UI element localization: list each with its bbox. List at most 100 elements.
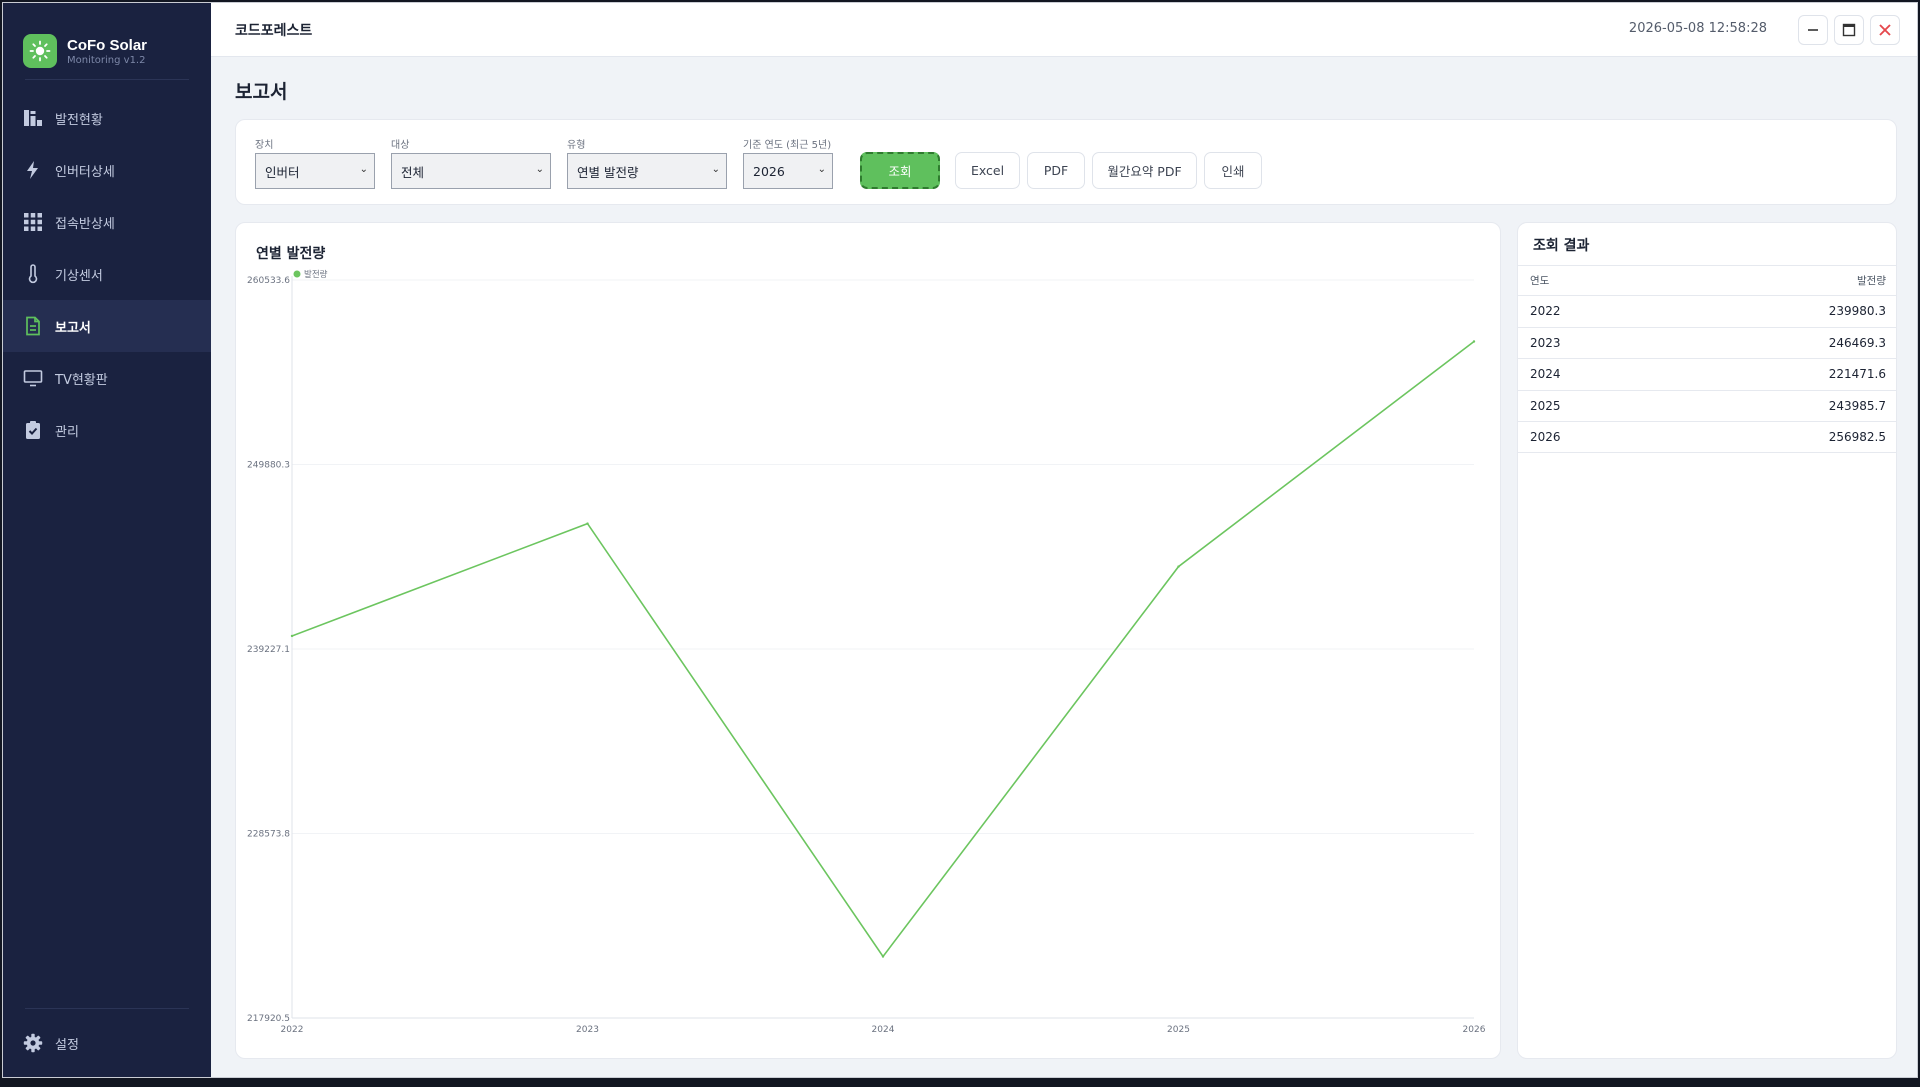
bar-chart-icon — [23, 108, 43, 128]
x-tick-label: 2023 — [576, 1025, 599, 1035]
result-title: 조회 결과 — [1533, 238, 1590, 254]
topbar-title: 코드포레스트 — [235, 22, 313, 39]
year-field: 기준 연도 (최근 5년) 2026 ⌄ — [743, 136, 833, 189]
sidebar-item-tv-board[interactable]: TV현황판 — [3, 352, 211, 404]
type-field: 유형 연별 발전량 ⌄ — [567, 136, 727, 189]
page-title: 보고서 — [235, 81, 288, 103]
sidebar-item-generation-status[interactable]: 발전현황 — [3, 92, 211, 144]
sidebar-bottom: 설정 — [3, 1008, 211, 1077]
sun-logo-icon — [23, 34, 57, 68]
x-tick-label: 2024 — [872, 1025, 895, 1035]
data-point — [290, 634, 294, 638]
table-cell-generation: 221471.6 — [1828, 367, 1886, 382]
column-header-generation: 발전량 — [1857, 275, 1886, 287]
document-icon — [23, 316, 43, 336]
maximize-icon — [1842, 23, 1856, 37]
chevron-down-icon: ⌄ — [535, 164, 544, 175]
table-header: 연도 발전량 — [1518, 265, 1896, 295]
device-field: 장치 인버터 ⌄ — [255, 136, 375, 189]
sidebar-item-inverter-detail[interactable]: 인버터상세 — [3, 144, 211, 196]
clipboard-check-icon — [23, 420, 43, 440]
sidebar-item-label: 접속반상세 — [55, 216, 115, 232]
chevron-down-icon: ⌄ — [817, 164, 826, 175]
target-select[interactable]: 전체 ⌄ — [391, 153, 551, 189]
maximize-button[interactable] — [1834, 15, 1864, 45]
minimize-icon — [1808, 29, 1818, 31]
sidebar: CoFo Solar Monitoring v1.2 발전현황 인버터상세 접속… — [3, 3, 211, 1077]
data-point — [586, 522, 589, 525]
excel-button[interactable]: Excel — [955, 152, 1020, 189]
type-select-value: 연별 발전량 — [577, 164, 639, 180]
main-area: 코드포레스트 2026-05-08 12:58:28 보고서 장치 인버터 ⌄ … — [211, 3, 1917, 1077]
data-point — [1472, 340, 1476, 343]
sidebar-nav: 발전현황 인버터상세 접속반상세 기상센서 보고서 TV현황판 관리 — [3, 92, 211, 456]
sidebar-item-settings[interactable]: 설정 — [3, 1009, 211, 1077]
table-cell-year: 2024 — [1530, 367, 1561, 382]
year-select[interactable]: 2026 ⌄ — [743, 153, 833, 189]
table-row: 2023 246469.3 — [1518, 326, 1896, 359]
sidebar-item-label: 설정 — [55, 1037, 79, 1053]
chart-panel: 연별 발전량 260533.6 249880.3 239227.1 228573.8 2… — [235, 222, 1501, 1059]
taskbar-strip — [0, 1078, 1920, 1087]
device-label: 장치 — [255, 140, 274, 151]
result-table: 연도 발전량 2022 239980.3 2023 246469.3 2024 … — [1518, 265, 1896, 453]
sidebar-item-label: 기상센서 — [55, 268, 103, 284]
window-controls — [1798, 15, 1900, 45]
app-window: CoFo Solar Monitoring v1.2 발전현황 인버터상세 접속… — [2, 2, 1918, 1078]
x-tick-label: 2025 — [1167, 1025, 1190, 1035]
sidebar-item-label: 인버터상세 — [55, 164, 115, 180]
pdf-button[interactable]: PDF — [1027, 152, 1085, 189]
device-select[interactable]: 인버터 ⌄ — [255, 153, 375, 189]
result-panel: 조회 결과 연도 발전량 2022 239980.3 2023 246469.3… — [1517, 222, 1897, 1059]
legend-label: 발전량 — [304, 269, 328, 280]
column-header-year: 연도 — [1530, 275, 1550, 287]
x-tick-label: 2026 — [1463, 1025, 1486, 1035]
close-icon — [1879, 24, 1891, 36]
type-select[interactable]: 연별 발전량 ⌄ — [567, 153, 727, 189]
data-point — [1177, 565, 1180, 568]
monthly-pdf-button[interactable]: 월간요약 PDF — [1092, 152, 1197, 189]
sidebar-item-label: 보고서 — [55, 320, 91, 336]
year-label: 기준 연도 (최근 5년) — [743, 140, 832, 151]
print-button[interactable]: 인쇄 — [1204, 152, 1262, 189]
target-select-value: 전체 — [401, 164, 425, 180]
gear-icon — [23, 1033, 43, 1053]
y-tick-label: 217920.5 — [247, 1014, 290, 1024]
close-button[interactable] — [1870, 15, 1900, 45]
chevron-down-icon: ⌄ — [711, 164, 720, 175]
table-cell-generation: 239980.3 — [1828, 304, 1886, 319]
table-cell-generation: 243985.7 — [1828, 398, 1886, 413]
sidebar-item-weather-sensor[interactable]: 기상센서 — [3, 248, 211, 300]
table-row: 2025 243985.7 — [1518, 389, 1896, 422]
target-field: 대상 전체 ⌄ — [391, 136, 551, 189]
target-label: 대상 — [391, 140, 410, 151]
sidebar-item-management[interactable]: 관리 — [3, 404, 211, 456]
y-tick-label: 260533.6 — [247, 276, 290, 286]
table-cell-generation: 246469.3 — [1828, 335, 1886, 350]
topbar: 코드포레스트 2026-05-08 12:58:28 — [211, 3, 1917, 57]
sidebar-item-label: 발전현황 — [55, 112, 103, 128]
minimize-button[interactable] — [1798, 15, 1828, 45]
table-row: 2024 221471.6 — [1518, 358, 1896, 390]
monitor-icon — [23, 368, 43, 388]
year-select-value: 2026 — [753, 163, 785, 179]
thermometer-icon — [23, 264, 43, 284]
table-cell-generation: 256982.5 — [1828, 429, 1886, 444]
sidebar-item-report[interactable]: 보고서 — [3, 300, 211, 352]
grid-icon — [23, 212, 43, 232]
legend-marker — [293, 270, 301, 278]
x-tick-label: 2022 — [281, 1025, 304, 1035]
brand-version: Monitoring v1.2 — [67, 54, 146, 66]
filter-panel: 장치 인버터 ⌄ 대상 전체 ⌄ 유형 연별 발전량 ⌄ 기준 연도 (최근 5… — [235, 119, 1897, 205]
y-tick-label: 239227.1 — [247, 645, 290, 655]
sidebar-divider — [25, 79, 189, 80]
chevron-down-icon: ⌄ — [359, 164, 368, 175]
lightning-icon — [23, 160, 43, 180]
device-select-value: 인버터 — [265, 164, 300, 180]
y-tick-label: 228573.8 — [247, 829, 290, 839]
sidebar-item-junction-detail[interactable]: 접속반상세 — [3, 196, 211, 248]
table-cell-year: 2022 — [1530, 304, 1561, 319]
table-cell-year: 2025 — [1530, 398, 1561, 413]
datetime-display: 2026-05-08 12:58:28 — [1628, 21, 1767, 36]
query-button[interactable]: 조회 — [860, 152, 940, 189]
